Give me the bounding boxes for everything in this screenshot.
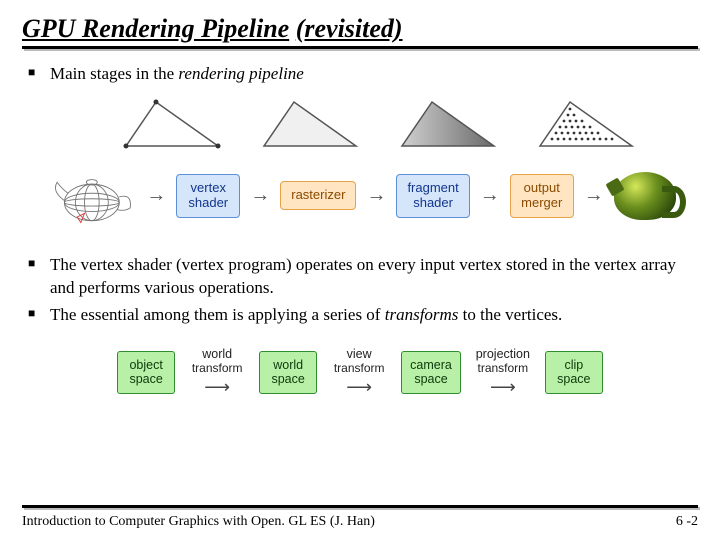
arrow-icon: → bbox=[250, 184, 270, 207]
triangle-shaded-icon bbox=[394, 94, 504, 152]
pbox-line: shader bbox=[187, 196, 229, 211]
pipeline-rasterizer: rasterizer bbox=[280, 181, 356, 210]
cbox-line: clip bbox=[554, 358, 594, 372]
bullet-1-pre: Main stages in the bbox=[50, 64, 178, 83]
transform-world: worldtransform ⟶ bbox=[177, 347, 257, 398]
bullet-1-em: rendering pipeline bbox=[178, 64, 303, 83]
pbox-line: merger bbox=[521, 196, 563, 211]
triangle-raster-icon bbox=[532, 94, 642, 152]
space-camera: camera space bbox=[401, 351, 461, 394]
transform-view: viewtransform ⟶ bbox=[319, 347, 399, 398]
footer-left: Introduction to Computer Graphics with O… bbox=[22, 514, 375, 530]
bullet-2: The vertex shader (vertex program) opera… bbox=[28, 254, 698, 300]
title-paren: (revisited) bbox=[296, 14, 403, 43]
footer-divider bbox=[22, 505, 698, 508]
bullet-3-pre: The essential among them is applying a s… bbox=[50, 305, 385, 324]
pipeline-vertex-shader: vertex shader bbox=[176, 174, 240, 218]
pipeline-row: → vertex shader → rasterizer → fragment … bbox=[22, 164, 698, 228]
teapot-wire-icon bbox=[44, 164, 136, 228]
footer: Introduction to Computer Graphics with O… bbox=[0, 505, 720, 530]
page-title: GPU Rendering Pipeline (revisited) bbox=[22, 14, 698, 44]
title-divider bbox=[22, 46, 698, 49]
bullet-3-post: to the vertices. bbox=[458, 305, 562, 324]
space-world: world space bbox=[259, 351, 317, 394]
transform-chain: object space worldtransform ⟶ world spac… bbox=[22, 347, 698, 398]
clabel-line: view bbox=[321, 347, 397, 361]
cbox-line: space bbox=[554, 372, 594, 386]
cbox-line: space bbox=[268, 372, 308, 386]
cbox-line: camera bbox=[410, 358, 452, 372]
arrow-icon: → bbox=[584, 184, 604, 207]
clabel-line: projection bbox=[465, 347, 541, 361]
bullet-3-em: transforms bbox=[385, 305, 459, 324]
pbox-line: rasterizer bbox=[291, 188, 345, 203]
clabel-line: transform bbox=[179, 361, 255, 375]
cbox-line: space bbox=[126, 372, 166, 386]
triangle-wire-icon bbox=[118, 94, 228, 152]
arrow-icon: → bbox=[480, 184, 500, 207]
cbox-line: object bbox=[126, 358, 166, 372]
pipeline-fragment-shader: fragment shader bbox=[396, 174, 469, 218]
clabel-line: transform bbox=[321, 361, 397, 375]
pbox-line: shader bbox=[407, 196, 458, 211]
pbox-line: vertex bbox=[187, 181, 229, 196]
cbox-line: space bbox=[410, 372, 452, 386]
pipeline-output-merger: output merger bbox=[510, 174, 574, 218]
clabel-line: world bbox=[179, 347, 255, 361]
title-main: GPU Rendering Pipeline bbox=[22, 14, 289, 43]
pbox-line: output bbox=[521, 181, 563, 196]
bullet-1: Main stages in the rendering pipeline bbox=[28, 63, 698, 86]
bullet-3: The essential among them is applying a s… bbox=[28, 304, 698, 327]
arrow-icon: → bbox=[366, 184, 386, 207]
arrow-icon: ⟶ bbox=[204, 377, 230, 398]
arrow-icon: ⟶ bbox=[490, 377, 516, 398]
transform-projection: projectiontransform ⟶ bbox=[463, 347, 543, 398]
pbox-line: fragment bbox=[407, 181, 458, 196]
triangle-filled-icon bbox=[256, 94, 366, 152]
arrow-icon: → bbox=[146, 184, 166, 207]
space-clip: clip space bbox=[545, 351, 603, 394]
clabel-line: transform bbox=[465, 361, 541, 375]
space-object: object space bbox=[117, 351, 175, 394]
triangle-figures bbox=[22, 94, 698, 152]
bullet-list-bottom: The vertex shader (vertex program) opera… bbox=[22, 254, 698, 327]
footer-page: 6 -2 bbox=[676, 514, 698, 530]
cbox-line: world bbox=[268, 358, 308, 372]
arrow-icon: ⟶ bbox=[346, 377, 372, 398]
teapot-render-icon bbox=[614, 172, 676, 220]
bullet-list-top: Main stages in the rendering pipeline bbox=[22, 63, 698, 86]
